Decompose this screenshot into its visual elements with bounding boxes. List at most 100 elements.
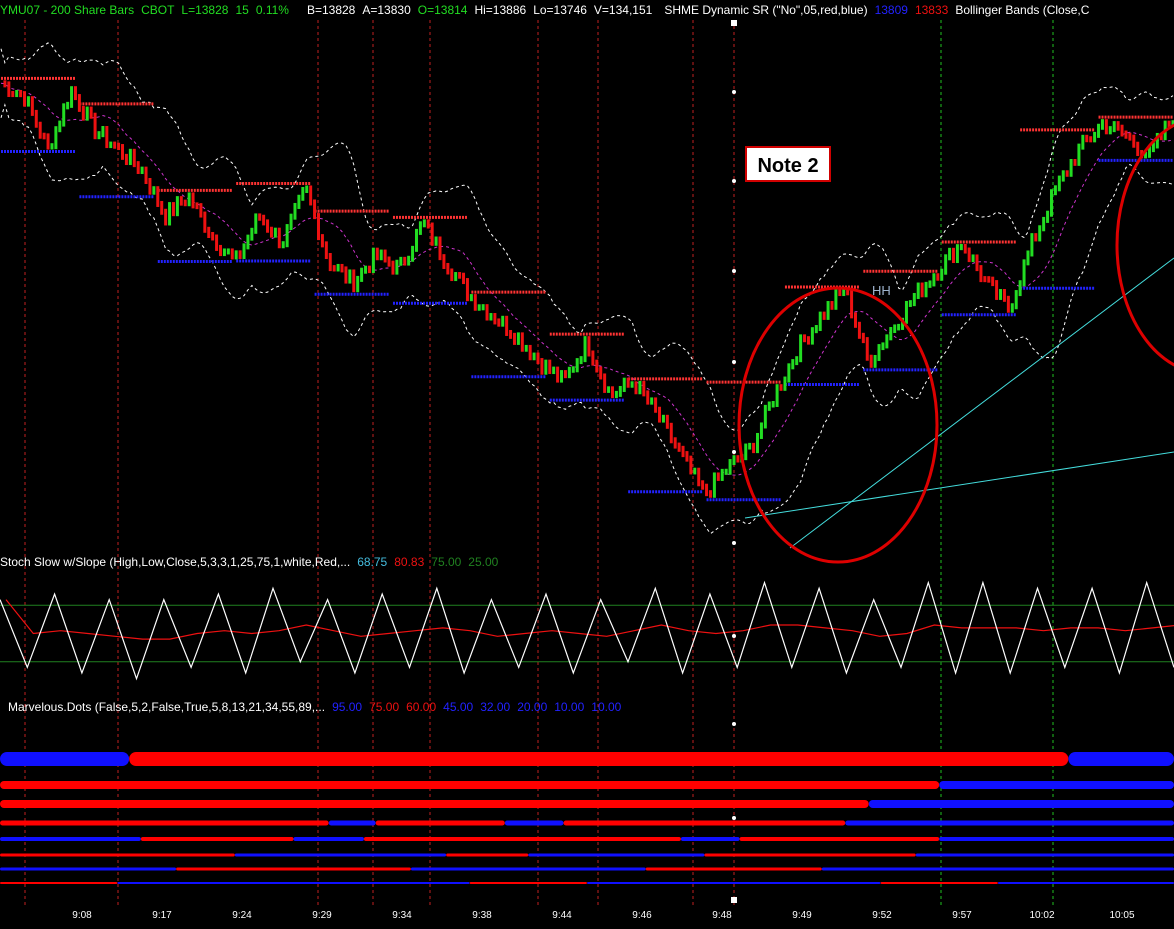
price-bar bbox=[383, 249, 387, 263]
price-bar bbox=[509, 329, 513, 339]
price-bar bbox=[81, 105, 85, 121]
price-bar bbox=[269, 226, 273, 238]
price-bar bbox=[512, 332, 516, 345]
price-bar bbox=[215, 234, 219, 251]
dots-segment bbox=[739, 837, 940, 841]
price-bar bbox=[775, 384, 779, 408]
upper-band bbox=[0, 42, 1174, 431]
price-bar bbox=[183, 199, 187, 207]
trendline bbox=[789, 257, 1174, 549]
price-bar bbox=[951, 247, 955, 264]
dots-segment bbox=[0, 837, 141, 841]
price-bar bbox=[799, 334, 803, 363]
price-bar bbox=[458, 272, 462, 279]
price-bar bbox=[975, 254, 979, 272]
dots-segment bbox=[0, 781, 940, 789]
time-tick-label: 9:29 bbox=[312, 910, 332, 921]
dots-segment bbox=[328, 820, 376, 826]
price-bar bbox=[669, 422, 673, 444]
time-tick-label: 9:44 bbox=[552, 910, 572, 921]
price-bar bbox=[599, 366, 603, 380]
dots-segment bbox=[939, 837, 1174, 841]
price-bar bbox=[842, 288, 846, 297]
price-bar bbox=[1077, 143, 1081, 166]
price-bar bbox=[560, 370, 564, 383]
price-bar bbox=[967, 247, 971, 263]
price-bar bbox=[924, 281, 928, 298]
price-bar bbox=[1073, 158, 1077, 166]
bid-price: B=13828 bbox=[306, 3, 356, 17]
time-tick-label: 9:49 bbox=[792, 910, 812, 921]
price-bar bbox=[916, 282, 920, 299]
dots-segment bbox=[704, 853, 916, 857]
price-bar bbox=[673, 437, 677, 449]
price-bar bbox=[93, 112, 97, 140]
price-bar bbox=[371, 247, 375, 274]
price-bar bbox=[418, 221, 422, 235]
sr-study-label: SHME Dynamic SR ("No",05,red,blue) bbox=[664, 3, 868, 17]
price-bar bbox=[712, 472, 716, 498]
price-bar bbox=[19, 89, 23, 98]
price-bar bbox=[716, 472, 720, 481]
price-bar bbox=[97, 131, 101, 140]
price-bar bbox=[1108, 126, 1112, 135]
price-bar bbox=[963, 243, 967, 254]
price-bar bbox=[226, 248, 230, 255]
price-bar bbox=[528, 344, 532, 361]
price-bar bbox=[603, 373, 607, 393]
price-bar bbox=[58, 120, 62, 133]
price-bar bbox=[622, 377, 626, 392]
dots-study-label: Marvelous.Dots (False,5,2,False,True,5,8… bbox=[8, 700, 326, 714]
price-bar bbox=[677, 442, 681, 452]
time-tick-label: 9:46 bbox=[632, 910, 652, 921]
time-tick-label: 9:34 bbox=[392, 910, 412, 921]
price-bar bbox=[944, 254, 948, 275]
cursor-marker bbox=[732, 816, 736, 820]
price-bar bbox=[465, 278, 469, 302]
price-bar bbox=[516, 332, 520, 345]
price-bar bbox=[222, 248, 226, 257]
price-bar bbox=[1136, 141, 1140, 156]
price-header: YMU07 - 200 Share Bars CBOT L=13828 15 0.11%… bbox=[0, 3, 1096, 17]
price-bar bbox=[187, 192, 191, 207]
price-bar bbox=[661, 414, 665, 423]
cursor-marker bbox=[732, 541, 736, 545]
session-gridlines bbox=[24, 20, 1054, 905]
price-bar bbox=[948, 247, 952, 261]
price-bar bbox=[407, 255, 411, 266]
price-bar bbox=[1014, 290, 1018, 310]
price-bar bbox=[881, 342, 885, 351]
price-bar bbox=[1089, 136, 1093, 143]
price-bar bbox=[316, 213, 320, 241]
price-bar bbox=[26, 96, 30, 107]
price-bar bbox=[336, 263, 340, 272]
price-bar bbox=[328, 253, 332, 272]
price-bar bbox=[1046, 210, 1050, 223]
price-bar bbox=[1053, 185, 1057, 196]
price-bar bbox=[309, 185, 313, 206]
lower-band bbox=[0, 103, 1174, 535]
price-bar bbox=[15, 89, 19, 98]
price-bar bbox=[364, 265, 368, 274]
price-bar bbox=[171, 202, 175, 217]
price-bar bbox=[422, 219, 426, 228]
price-bar bbox=[7, 81, 11, 97]
price-bar bbox=[857, 321, 861, 339]
price-bar bbox=[634, 381, 638, 395]
price-bar bbox=[830, 301, 834, 310]
price-bar bbox=[940, 268, 944, 281]
price-bar bbox=[128, 148, 132, 166]
chart-canvas[interactable] bbox=[0, 0, 1174, 929]
dots-value: 60.00 bbox=[406, 700, 437, 714]
dots-value: 20.00 bbox=[517, 700, 548, 714]
price-bar bbox=[262, 214, 266, 226]
price-bar bbox=[168, 202, 172, 226]
dots-segment bbox=[997, 882, 1174, 884]
time-tick-label: 9:48 bbox=[712, 910, 732, 921]
price-bar bbox=[607, 386, 611, 393]
price-bar bbox=[736, 455, 740, 463]
price-bar bbox=[1034, 233, 1038, 242]
price-bar bbox=[959, 243, 963, 251]
price-bar bbox=[889, 327, 893, 341]
price-bar bbox=[708, 490, 712, 498]
